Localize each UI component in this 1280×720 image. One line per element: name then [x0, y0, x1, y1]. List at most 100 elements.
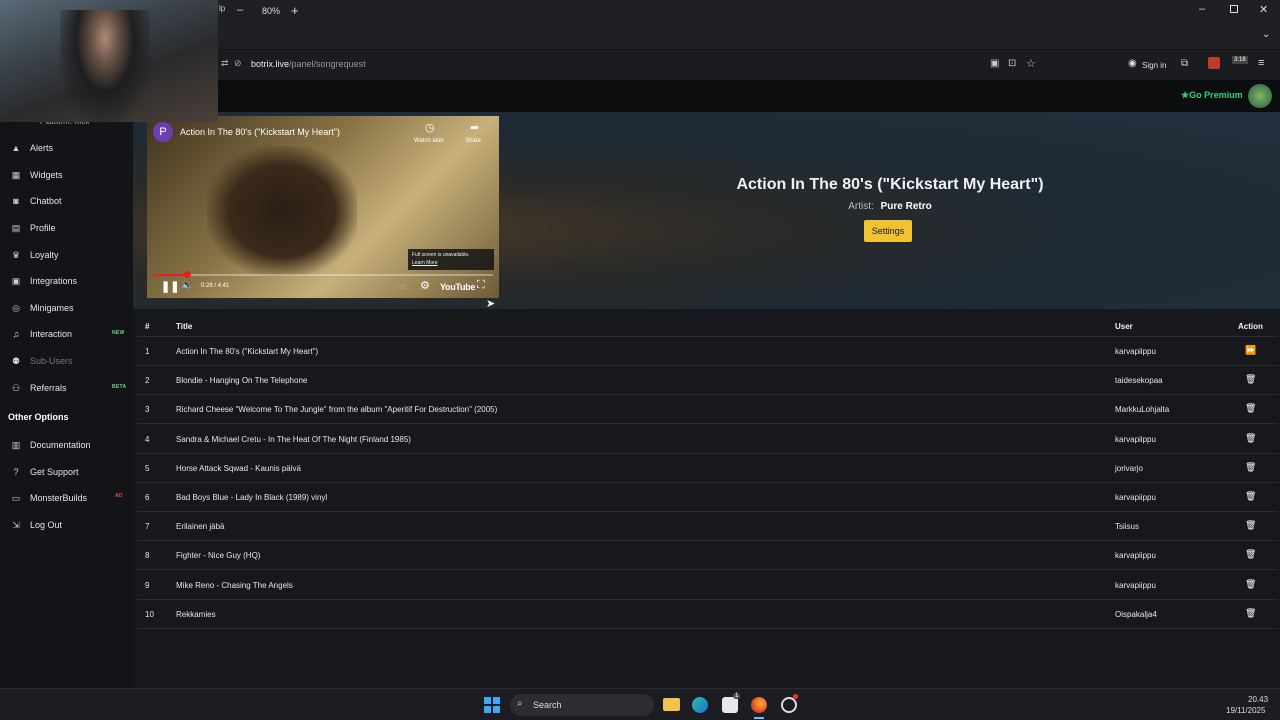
pause-icon[interactable]: ❚❚ — [161, 280, 179, 293]
sidebar-item-referrals[interactable]: ⚇ Referrals — [10, 379, 67, 397]
other-options-heading: Other Options — [8, 412, 69, 422]
webcam-overlay — [0, 0, 218, 122]
taskbar: ⌕ Search 1 20.43 19/11/2025 — [0, 688, 1280, 720]
sidebar-item-sub-users[interactable]: ⚉ Sub-Users — [10, 352, 73, 370]
sidebar-item-monsterbuilds[interactable]: ▭ MonsterBuilds — [10, 489, 87, 507]
volume-icon[interactable]: 🔈 — [181, 280, 193, 291]
active-app-indicator — [754, 717, 764, 719]
restore-icon[interactable] — [1230, 5, 1238, 13]
taskbar-search[interactable]: ⌕ Search — [510, 694, 654, 716]
clock-date: 19/11/2025 — [1226, 706, 1266, 715]
download-icon[interactable]: ⊡ — [1008, 58, 1016, 69]
delete-button[interactable]: 🗑 — [1245, 374, 1256, 385]
extension-red-icon[interactable] — [1208, 57, 1220, 69]
fullscreen-icon[interactable]: ⛶ — [477, 279, 485, 292]
delete-button[interactable]: 🗑 — [1245, 491, 1256, 502]
row-user: karvapiippu — [1115, 434, 1156, 444]
video-title[interactable]: Action In The 80's ("Kickstart My Heart"… — [180, 127, 340, 137]
book-icon: ▥ — [11, 439, 21, 450]
row-number: 9 — [145, 580, 150, 590]
sign-in-button[interactable]: Sign in — [1142, 61, 1166, 70]
mouse-cursor-icon: ➤ — [486, 298, 496, 310]
desktop-icon: ▭ — [11, 492, 21, 503]
progress-handle[interactable] — [184, 271, 191, 278]
sidebar-item-loyalty[interactable]: ♛ Loyalty — [10, 246, 59, 264]
sidebar-item-widgets[interactable]: ▦ Widgets — [10, 166, 63, 184]
sidebar-item-documentation[interactable]: ▥ Documentation — [10, 436, 91, 454]
captions-icon[interactable]: ㏄ — [399, 281, 407, 292]
extensions-icon[interactable]: ⧉ — [1181, 58, 1188, 69]
minimize-icon[interactable]: – — [1199, 3, 1205, 15]
account-icon[interactable]: ◉ — [1128, 58, 1137, 69]
table-row: 3 Richard Cheese "Welcome To The Jungle" … — [137, 395, 1278, 425]
clock-icon[interactable]: ◷ — [425, 121, 435, 134]
avatar[interactable] — [1248, 84, 1272, 108]
sidebar-item-label: Sub-Users — [30, 356, 73, 366]
skip-button[interactable]: ⏩ — [1245, 345, 1256, 356]
extension-counter[interactable]: 3:18 — [1232, 56, 1248, 64]
address-bar[interactable]: ⇄ ⊘ botrix.live/panel/songrequest ▣ ⊡ ☆ — [218, 56, 1048, 74]
row-number: 4 — [145, 434, 150, 444]
row-number: 2 — [145, 376, 150, 386]
firefox-icon[interactable] — [751, 697, 767, 713]
users-icon: ⚉ — [11, 355, 21, 366]
obs-icon[interactable] — [781, 697, 797, 713]
delete-button[interactable]: 🗑 — [1245, 579, 1256, 590]
share-label[interactable]: Share — [465, 138, 481, 144]
row-user: Tsiisus — [1115, 522, 1140, 532]
row-number: 1 — [145, 347, 150, 356]
sidebar-item-label: Documentation — [30, 440, 91, 450]
share-icon[interactable]: ➦ — [470, 121, 479, 134]
channel-avatar[interactable]: P — [153, 122, 173, 142]
row-number: 7 — [145, 522, 150, 532]
menu-icon[interactable]: ≡ — [1258, 57, 1264, 69]
row-title: Horse Attack Sqwad - Kaunis päivä — [176, 463, 301, 473]
row-title: Fighter - Nice Guy (HQ) — [176, 551, 261, 561]
delete-button[interactable]: 🗑 — [1245, 433, 1256, 444]
progress-fill — [153, 274, 187, 276]
sidebar-item-integrations[interactable]: ▣ Integrations — [10, 272, 77, 290]
table-row: 1 Action In The 80's ("Kickstart My Heart… — [137, 337, 1278, 366]
row-user: Oispakalja4 — [1115, 609, 1157, 619]
plug-icon: ▣ — [11, 275, 21, 286]
sidebar-item-alerts[interactable]: ▲ Alerts — [10, 139, 53, 157]
close-icon[interactable]: ✕ — [1259, 3, 1268, 16]
watch-later-label[interactable]: Watch later — [414, 138, 444, 144]
sidebar-item-minigames[interactable]: ◎ Minigames — [10, 299, 73, 317]
file-explorer-icon[interactable] — [663, 698, 680, 711]
zoom-in-button[interactable]: + — [291, 3, 299, 18]
url-text[interactable]: botrix.live/panel/songrequest — [251, 59, 366, 69]
tracking-icon[interactable]: ⊘ — [234, 58, 242, 69]
delete-button[interactable]: 🗑 — [1245, 462, 1256, 473]
delete-button[interactable]: 🗑 — [1245, 403, 1256, 414]
edge-icon[interactable] — [692, 697, 708, 713]
learn-more-link[interactable]: Learn More — [412, 260, 490, 266]
chevron-down-icon[interactable]: ⌄ — [1262, 29, 1270, 40]
store-icon[interactable] — [722, 697, 738, 713]
row-number: 5 — [145, 463, 150, 473]
sidebar-item-get-support[interactable]: ? Get Support — [10, 463, 78, 481]
sidebar-item-log-out[interactable]: ⇲ Log Out — [10, 516, 62, 534]
table-row: 4 Sandra & Michael Cretu - In The Heat Of… — [137, 425, 1278, 454]
sidebar-item-profile[interactable]: ▤ Profile — [10, 219, 56, 237]
now-playing-title: Action In The 80's ("Kickstart My Heart"… — [736, 176, 1044, 193]
clock-time: 20.43 — [1248, 695, 1269, 704]
settings-button[interactable]: Settings — [864, 220, 912, 242]
sidebar-item-interaction[interactable]: ♫ Interaction — [10, 325, 72, 343]
progress-track[interactable] — [153, 274, 493, 276]
picture-in-picture-icon[interactable]: ▣ — [990, 58, 999, 69]
zoom-out-button[interactable]: – — [237, 4, 243, 16]
sidebar-item-chatbot[interactable]: ◙ Chatbot — [10, 192, 61, 210]
row-user: karvapiippu — [1115, 551, 1156, 561]
youtube-player[interactable]: P Action In The 80's ("Kickstart My Hear… — [147, 116, 499, 298]
bookmark-star-icon[interactable]: ☆ — [1026, 57, 1036, 70]
youtube-logo[interactable]: YouTube — [440, 282, 475, 292]
delete-button[interactable]: 🗑 — [1245, 520, 1256, 531]
zoom-level[interactable]: 80% — [262, 6, 280, 16]
delete-button[interactable]: 🗑 — [1245, 549, 1256, 560]
delete-button[interactable]: 🗑 — [1245, 608, 1256, 619]
premium-link[interactable]: ★Go Premium — [1181, 90, 1243, 101]
tune-icon[interactable]: ⇄ — [221, 58, 229, 69]
windows-start-icon[interactable] — [484, 697, 500, 713]
gear-icon[interactable]: ⚙ — [420, 279, 430, 292]
